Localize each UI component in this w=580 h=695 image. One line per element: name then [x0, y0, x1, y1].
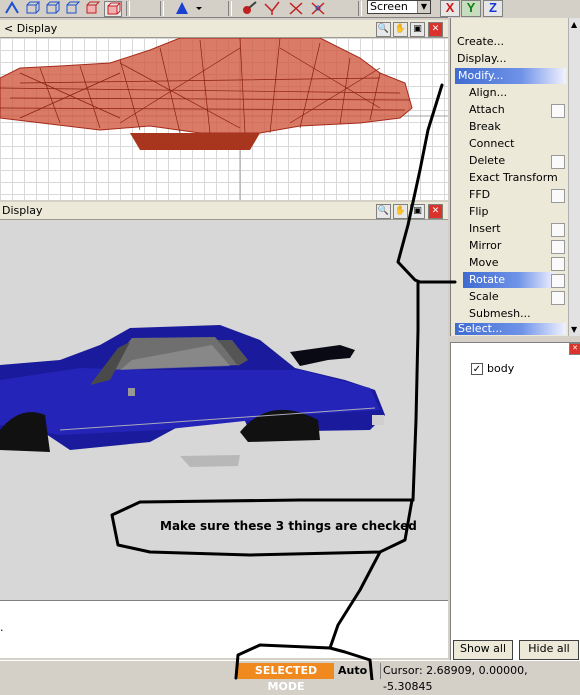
annotation-overlay [110, 83, 457, 680]
annotation-text: Make sure these 3 things are checked [160, 519, 417, 533]
